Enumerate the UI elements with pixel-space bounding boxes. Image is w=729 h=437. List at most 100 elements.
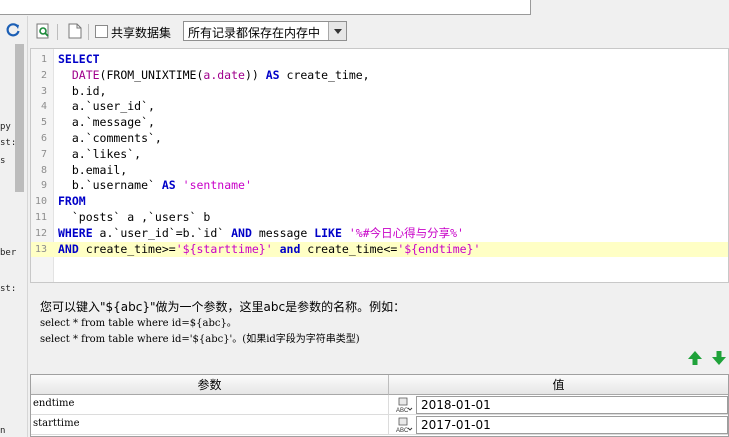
share-dataset-checkbox[interactable] bbox=[95, 25, 108, 38]
code-text: AND create_time>='${starttime}' and crea… bbox=[58, 242, 480, 258]
code-line[interactable]: 13 AND create_time>='${starttime}' and cr… bbox=[31, 241, 728, 258]
code-token: a.`likes`, bbox=[58, 146, 142, 161]
code-token: 'sentname' bbox=[182, 178, 252, 193]
line-number: 1 bbox=[40, 54, 47, 65]
code-token: )) bbox=[244, 67, 266, 82]
chevron-down-icon bbox=[333, 28, 342, 34]
code-line[interactable]: 10 FROM bbox=[31, 194, 728, 210]
code-text: WHERE a.`user_id`=b.`id` AND message LIK… bbox=[58, 226, 464, 242]
code-token: create_time<= bbox=[300, 241, 398, 256]
line-number: 3 bbox=[40, 85, 47, 97]
param-value-input[interactable]: 2017-01-01 bbox=[416, 416, 728, 434]
code-token: AS bbox=[161, 178, 176, 193]
code-token: b.email, bbox=[58, 162, 128, 177]
table-row[interactable]: starttime ABC 2017-01-01 bbox=[31, 415, 728, 435]
line-number: 7 bbox=[40, 148, 47, 160]
preview-search-icon bbox=[36, 23, 49, 39]
code-token: a.`user_id`=b.`id` bbox=[92, 225, 232, 240]
code-line[interactable]: 1 SELECT bbox=[31, 52, 728, 68]
share-dataset-label: 共享数据集 bbox=[111, 26, 172, 40]
code-token: AS bbox=[265, 67, 280, 82]
arrow-down-icon[interactable] bbox=[711, 350, 727, 366]
code-text: SELECT bbox=[58, 52, 100, 68]
line-number: 11 bbox=[34, 212, 47, 223]
code-token: (FROM_UNIXTIME( bbox=[99, 67, 204, 82]
svg-text:ABC: ABC bbox=[396, 428, 409, 434]
code-text: a.`message`, bbox=[58, 115, 155, 131]
code-line[interactable]: 11 `posts` a ,`users` b bbox=[31, 210, 728, 226]
arrow-up-icon[interactable] bbox=[687, 350, 703, 366]
param-name-header[interactable]: 参数 bbox=[31, 375, 389, 395]
document-icon bbox=[68, 23, 82, 39]
cell-divider bbox=[388, 415, 389, 435]
table-row[interactable]: endtime ABC 2018-01-01 bbox=[31, 395, 728, 415]
abc-type-icon[interactable]: ABC bbox=[395, 416, 413, 434]
left-fragment: st: bbox=[0, 138, 17, 148]
line-number: 5 bbox=[40, 117, 47, 129]
code-line[interactable]: 2 DATE(FROM_UNIXTIME(a.date)) AS create_… bbox=[31, 68, 728, 84]
code-token: create_time, bbox=[279, 67, 370, 82]
code-line[interactable]: 3 b.id, bbox=[31, 84, 728, 100]
parameter-table: 参数 值 endtime ABC 2018-01-01 starttime AB… bbox=[30, 374, 729, 437]
help-example-line: select * from table where id=${abc}。 bbox=[40, 318, 237, 329]
code-line[interactable]: 7 a.`likes`, bbox=[31, 147, 728, 163]
code-text: DATE(FROM_UNIXTIME(a.date)) AS create_ti… bbox=[58, 68, 370, 84]
code-line[interactable]: 9 b.`username` AS 'sentname' bbox=[31, 178, 728, 194]
code-text: FROM bbox=[58, 194, 86, 210]
code-line[interactable]: 6 a.`comments`, bbox=[31, 131, 728, 147]
line-number: 13 bbox=[34, 243, 47, 255]
code-text: a.`likes`, bbox=[58, 147, 141, 163]
line-number: 8 bbox=[40, 164, 47, 176]
top-strip bbox=[0, 0, 729, 16]
sql-editor[interactable]: 1 SELECT 2 DATE(FROM_UNIXTIME(a.date)) AS … bbox=[30, 48, 729, 283]
left-fragment: ber bbox=[0, 248, 17, 258]
code-token: AND bbox=[231, 225, 252, 240]
code-text: b.`username` AS 'sentname' bbox=[58, 178, 252, 194]
code-token: WHERE bbox=[58, 225, 93, 240]
code-token: DATE bbox=[58, 67, 100, 82]
select-dropdown-button[interactable] bbox=[328, 22, 346, 40]
toolbar-separator bbox=[57, 24, 58, 40]
left-panel: py st: s ber st: n bbox=[0, 16, 28, 437]
line-number: 9 bbox=[40, 180, 47, 192]
code-line[interactable]: 12 WHERE a.`user_id`=b.`id` AND message L… bbox=[31, 226, 728, 242]
line-number: 6 bbox=[40, 133, 47, 144]
line-number: 12 bbox=[34, 227, 47, 239]
code-token: a.date bbox=[203, 67, 245, 82]
param-value-header[interactable]: 值 bbox=[389, 375, 728, 395]
preview-button[interactable] bbox=[34, 22, 52, 40]
help-text-line: 您可以键入"${abc}"做为一个参数，这里abc是参数的名称。例如： bbox=[40, 300, 406, 314]
code-token: SELECT bbox=[58, 52, 100, 66]
toolbar-separator bbox=[88, 24, 89, 40]
code-text: a.`comments`, bbox=[58, 131, 162, 147]
code-line[interactable]: 4 a.`user_id`, bbox=[31, 99, 728, 115]
code-token: '%#今日心得与分享%' bbox=[348, 225, 464, 240]
parameter-help: 您可以键入"${abc}"做为一个参数，这里abc是参数的名称。例如： sele… bbox=[40, 298, 405, 348]
code-token: and bbox=[279, 241, 301, 256]
param-value-input[interactable]: 2018-01-01 bbox=[416, 396, 728, 414]
line-number: 4 bbox=[40, 101, 47, 113]
left-fragment: py bbox=[0, 122, 11, 132]
code-line[interactable]: 5 a.`message`, bbox=[31, 115, 728, 131]
param-name: endtime bbox=[33, 398, 75, 409]
abc-type-icon[interactable]: ABC bbox=[395, 396, 413, 414]
code-token: b.`username` bbox=[58, 178, 162, 193]
new-document-button[interactable] bbox=[66, 22, 84, 40]
editor-toolbar: 共享数据集 所有记录都保存在内存中 bbox=[28, 18, 729, 46]
top-input-field[interactable] bbox=[0, 0, 531, 15]
line-number: 10 bbox=[34, 196, 47, 208]
refresh-icon bbox=[6, 23, 20, 37]
code-line[interactable]: 8 b.email, bbox=[31, 163, 728, 179]
left-scrollbar[interactable] bbox=[15, 44, 24, 192]
storage-mode-select[interactable]: 所有记录都保存在内存中 bbox=[183, 21, 347, 41]
svg-text:ABC: ABC bbox=[396, 408, 409, 414]
code-token: '${starttime}' bbox=[175, 241, 273, 256]
line-number: 2 bbox=[40, 69, 47, 81]
refresh-button[interactable] bbox=[3, 20, 23, 40]
code-token: b.id, bbox=[58, 83, 107, 98]
code-token: a.`comments`, bbox=[58, 131, 162, 145]
code-text: a.`user_id`, bbox=[58, 99, 155, 115]
storage-mode-value: 所有记录都保存在内存中 bbox=[188, 26, 321, 40]
code-text: `posts` a ,`users` b bbox=[58, 210, 210, 226]
